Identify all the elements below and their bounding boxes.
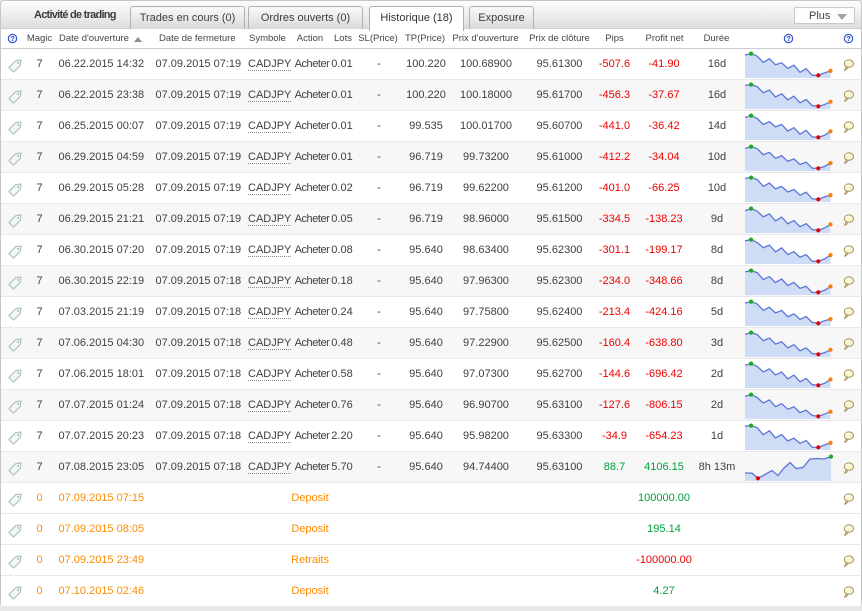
svg-text:?: ? bbox=[10, 34, 15, 43]
svg-text:?: ? bbox=[846, 34, 851, 43]
svg-text:?: ? bbox=[786, 34, 791, 43]
